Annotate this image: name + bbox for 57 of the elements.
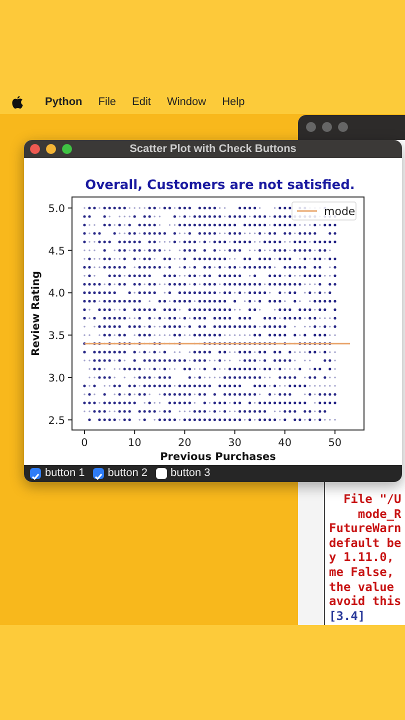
checkbox-label[interactable]: button 1 — [45, 465, 85, 482]
legend — [292, 202, 356, 220]
x-axis-label: Previous Purchases — [160, 451, 276, 463]
terminal-line: y 1.11.0, — [329, 550, 396, 565]
y-tick-label: 4.5 — [48, 245, 65, 258]
terminal-line: FutureWarn — [329, 521, 402, 536]
x-tick-label: 50 — [328, 437, 342, 449]
terminal-line: mode_R — [356, 506, 402, 522]
app-menu[interactable]: Python — [45, 94, 82, 110]
x-tick-label: 0 — [81, 437, 88, 449]
checkbox[interactable] — [92, 468, 104, 479]
tick-mark — [68, 419, 72, 420]
menu-item[interactable]: Window — [166, 94, 206, 110]
chart-title: Overall, Customers are not satisfied. — [85, 178, 355, 193]
y-tick-label: 3.0 — [48, 372, 65, 384]
legend-label: mode — [324, 205, 356, 218]
window-title: Scatter Plot with Check Buttons — [130, 142, 296, 157]
checkbox[interactable] — [30, 468, 41, 479]
y-tick-label: 4.0 — [48, 288, 65, 300]
x-tick-label: 40 — [278, 437, 292, 449]
terminal-line: the value — [329, 580, 396, 594]
legend-line — [297, 210, 317, 212]
tick-mark — [334, 430, 336, 434]
menu-item[interactable]: Help — [222, 94, 245, 110]
y-axis-label: Review Rating — [30, 271, 42, 356]
y-tick-label: 2.5 — [48, 414, 65, 427]
terminal-line: default be — [329, 536, 402, 550]
close-button[interactable] — [306, 122, 316, 132]
tick-mark — [284, 430, 286, 434]
checkbox-label[interactable]: button 2 — [108, 465, 148, 482]
terminal-line: me False, — [329, 564, 396, 580]
tick-mark — [234, 430, 236, 434]
close-button[interactable] — [30, 144, 40, 154]
y-tick-label: 3.5 — [48, 330, 65, 342]
checkbox-label[interactable]: button 3 — [170, 465, 210, 482]
x-tick-label: 20 — [178, 437, 192, 449]
menu-item[interactable]: File — [98, 94, 116, 110]
tick-mark — [134, 430, 136, 434]
x-tick-label: 10 — [128, 437, 142, 449]
apple-icon[interactable] — [12, 96, 23, 108]
terminal-line: avoid this — [329, 594, 402, 609]
y-tick-label: 5.0 — [48, 203, 65, 216]
menu-item[interactable]: Edit — [132, 94, 151, 110]
tick-mark — [68, 376, 72, 378]
zoom-button[interactable] — [338, 122, 348, 132]
tick-mark — [68, 208, 72, 209]
minimize-button[interactable] — [46, 144, 56, 154]
terminal-line: File "/U — [342, 492, 402, 507]
tick-mark — [68, 334, 72, 336]
zoom-button[interactable] — [62, 144, 72, 154]
tick-mark — [68, 250, 72, 251]
x-tick-label: 30 — [228, 437, 242, 449]
checkbox[interactable] — [156, 468, 167, 479]
tick-mark — [68, 292, 72, 294]
tick-mark — [84, 430, 86, 434]
terminal-line: [3.4] — [329, 608, 366, 624]
tick-mark — [184, 430, 186, 434]
